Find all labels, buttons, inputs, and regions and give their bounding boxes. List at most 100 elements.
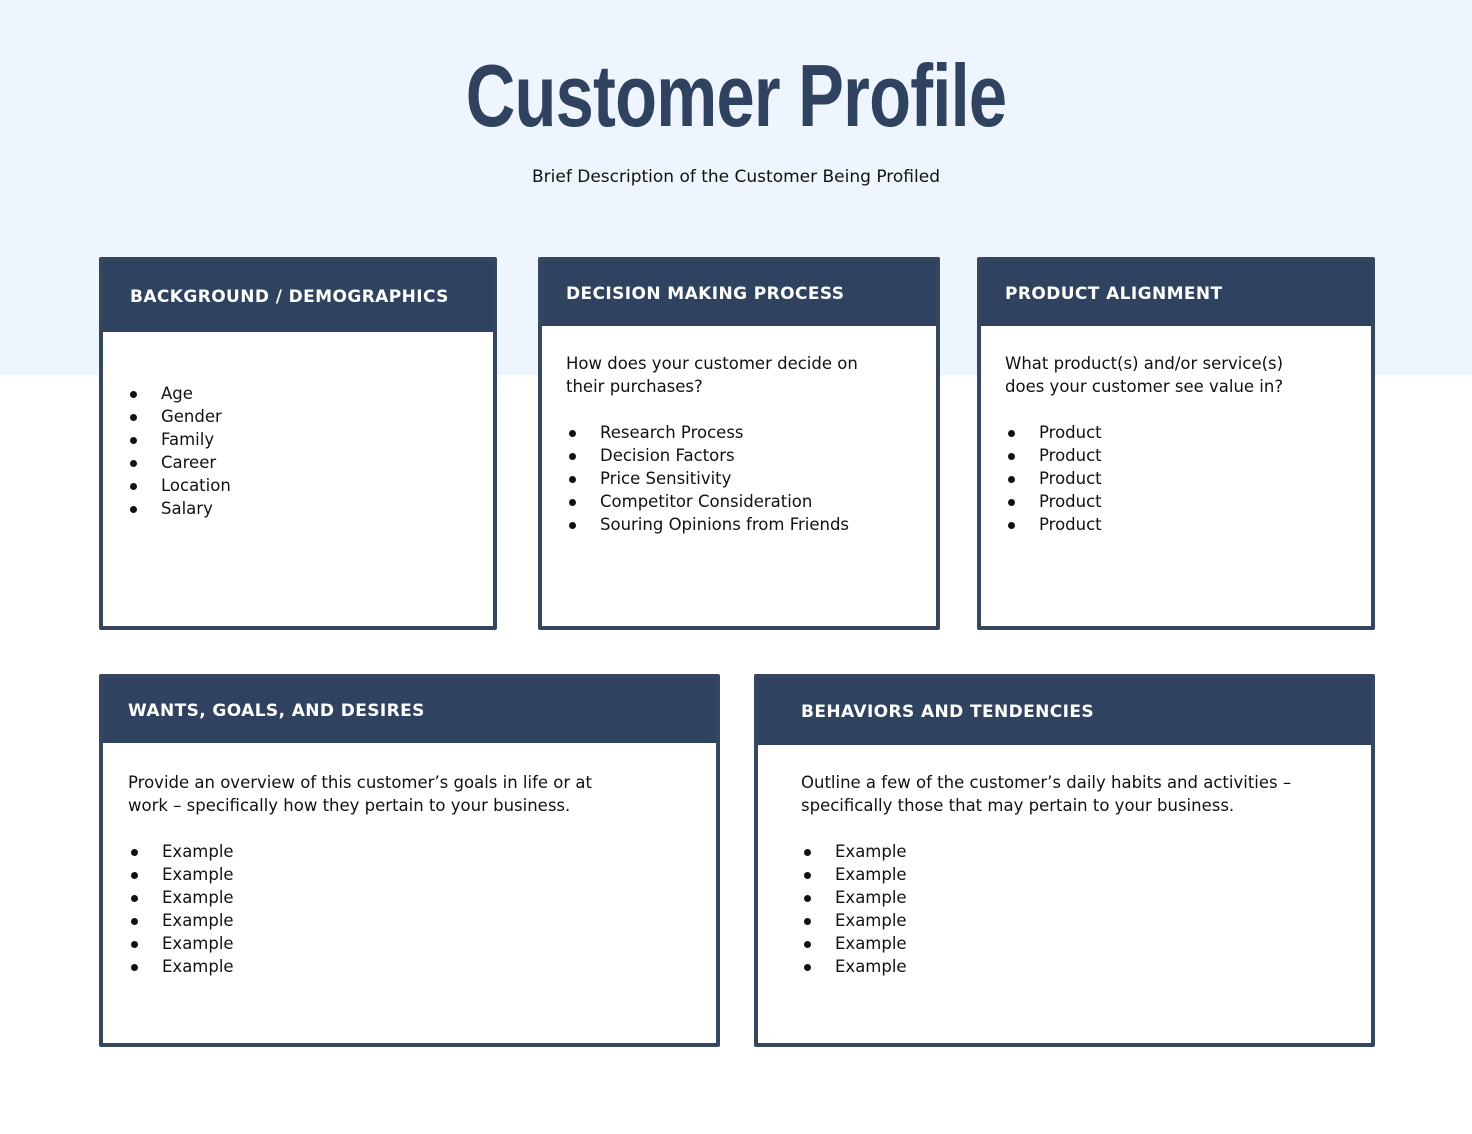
bullet-icon — [569, 476, 576, 483]
bullet-icon — [130, 437, 137, 444]
card-decision-making-process: DECISION MAKING PROCESS How does your cu… — [538, 257, 940, 630]
card-body: Outline a few of the customer’s daily ha… — [758, 745, 1371, 978]
bullet-list: Product Product Product Product Product — [1005, 421, 1371, 536]
bullet-icon — [130, 506, 137, 513]
list-item: Example — [128, 909, 716, 932]
card-behaviors-tendencies: BEHAVIORS AND TENDENCIES Outline a few o… — [754, 674, 1375, 1047]
list-item-label: Product — [1039, 469, 1102, 488]
bullet-list: Research Process Decision Factors Price Se… — [566, 421, 936, 536]
card-title: DECISION MAKING PROCESS — [566, 283, 845, 304]
list-item: Example — [128, 932, 716, 955]
bullet-icon — [131, 872, 138, 879]
list-item: Price Sensitivity — [566, 467, 936, 490]
bullet-icon — [130, 460, 137, 467]
bullet-icon — [569, 453, 576, 460]
bullet-icon — [569, 522, 576, 529]
list-item: Example — [801, 840, 1371, 863]
card-intro: How does your customer decide on their p… — [566, 354, 858, 396]
card-product-alignment: PRODUCT ALIGNMENT What product(s) and/or… — [977, 257, 1375, 630]
list-item-label: Example — [162, 934, 234, 953]
card-body: How does your customer decide on their p… — [542, 326, 936, 536]
bullet-icon — [804, 849, 811, 856]
list-item: Product — [1005, 467, 1371, 490]
bullet-icon — [130, 483, 137, 490]
list-item: Example — [128, 863, 716, 886]
list-item: Decision Factors — [566, 444, 936, 467]
bullet-icon — [131, 918, 138, 925]
list-item: Example — [801, 863, 1371, 886]
list-item: Product — [1005, 513, 1371, 536]
list-item: Research Process — [566, 421, 936, 444]
list-item-label: Souring Opinions from Friends — [600, 515, 850, 534]
card-title: BACKGROUND / DEMOGRAPHICS — [130, 286, 449, 307]
bullet-icon — [1008, 430, 1015, 437]
card-title: WANTS, GOALS, AND DESIRES — [128, 700, 425, 721]
list-item-label: Example — [835, 888, 907, 907]
list-item-label: Decision Factors — [600, 446, 735, 465]
card-body: Age Gender Family Career Location Salary — [103, 332, 493, 520]
list-item-label: Age — [161, 384, 193, 403]
page-title: Customer Profile — [465, 46, 1007, 145]
list-item-label: Example — [835, 865, 907, 884]
card-intro: Outline a few of the customer’s daily ha… — [801, 773, 1292, 815]
card-header: BEHAVIORS AND TENDENCIES — [758, 678, 1371, 745]
bullet-icon — [804, 895, 811, 902]
bullet-icon — [804, 964, 811, 971]
list-item-label: Family — [161, 430, 215, 449]
bullet-icon — [1008, 476, 1015, 483]
card-wants-goals-desires: WANTS, GOALS, AND DESIRES Provide an ove… — [99, 674, 720, 1047]
bullet-icon — [130, 414, 137, 421]
list-item-label: Example — [162, 865, 234, 884]
list-item-label: Example — [162, 842, 234, 861]
list-item-label: Location — [161, 476, 231, 495]
list-item: Product — [1005, 421, 1371, 444]
list-item: Career — [127, 451, 493, 474]
list-item-label: Gender — [161, 407, 222, 426]
bullet-icon — [130, 391, 137, 398]
card-intro: Provide an overview of this customer’s g… — [128, 773, 592, 815]
card-background-demographics: BACKGROUND / DEMOGRAPHICS Age Gender Famil… — [99, 257, 497, 630]
list-item-label: Salary — [161, 499, 213, 518]
list-item-label: Product — [1039, 515, 1102, 534]
list-item-label: Example — [835, 842, 907, 861]
bullet-list: Age Gender Family Career Location Salary — [127, 382, 493, 520]
list-item: Family — [127, 428, 493, 451]
list-item: Competitor Consideration — [566, 490, 936, 513]
list-item-label: Example — [162, 957, 234, 976]
bullet-icon — [569, 499, 576, 506]
list-item: Souring Opinions from Friends — [566, 513, 936, 536]
bullet-icon — [131, 895, 138, 902]
card-header: WANTS, GOALS, AND DESIRES — [103, 678, 716, 743]
list-item: Product — [1005, 444, 1371, 467]
card-body: What product(s) and/or service(s) does y… — [981, 326, 1371, 536]
list-item-label: Example — [835, 911, 907, 930]
list-item-label: Example — [835, 957, 907, 976]
list-item-label: Example — [162, 911, 234, 930]
list-item: Example — [128, 886, 716, 909]
bullet-list: Example Example Example Example Example Examp… — [128, 840, 716, 978]
list-item: Gender — [127, 405, 493, 428]
bullet-icon — [1008, 522, 1015, 529]
bullet-icon — [804, 941, 811, 948]
list-item: Age — [127, 382, 493, 405]
list-item: Example — [801, 955, 1371, 978]
card-header: DECISION MAKING PROCESS — [542, 261, 936, 326]
bullet-icon — [1008, 499, 1015, 506]
page-subtitle: Brief Description of the Customer Being … — [532, 167, 940, 187]
list-item-label: Example — [162, 888, 234, 907]
list-item: Example — [801, 909, 1371, 932]
list-item: Location — [127, 474, 493, 497]
list-item: Product — [1005, 490, 1371, 513]
list-item-label: Price Sensitivity — [600, 469, 732, 488]
card-body: Provide an overview of this customer’s g… — [103, 743, 716, 978]
bullet-icon — [131, 941, 138, 948]
list-item: Example — [801, 886, 1371, 909]
list-item: Example — [128, 840, 716, 863]
bullet-list: Example Example Example Example Example Examp… — [801, 840, 1371, 978]
list-item-label: Product — [1039, 423, 1102, 442]
list-item-label: Research Process — [600, 423, 744, 442]
card-intro: What product(s) and/or service(s) does y… — [1005, 354, 1284, 396]
list-item: Example — [128, 955, 716, 978]
card-header: PRODUCT ALIGNMENT — [981, 261, 1371, 326]
bullet-icon — [569, 430, 576, 437]
